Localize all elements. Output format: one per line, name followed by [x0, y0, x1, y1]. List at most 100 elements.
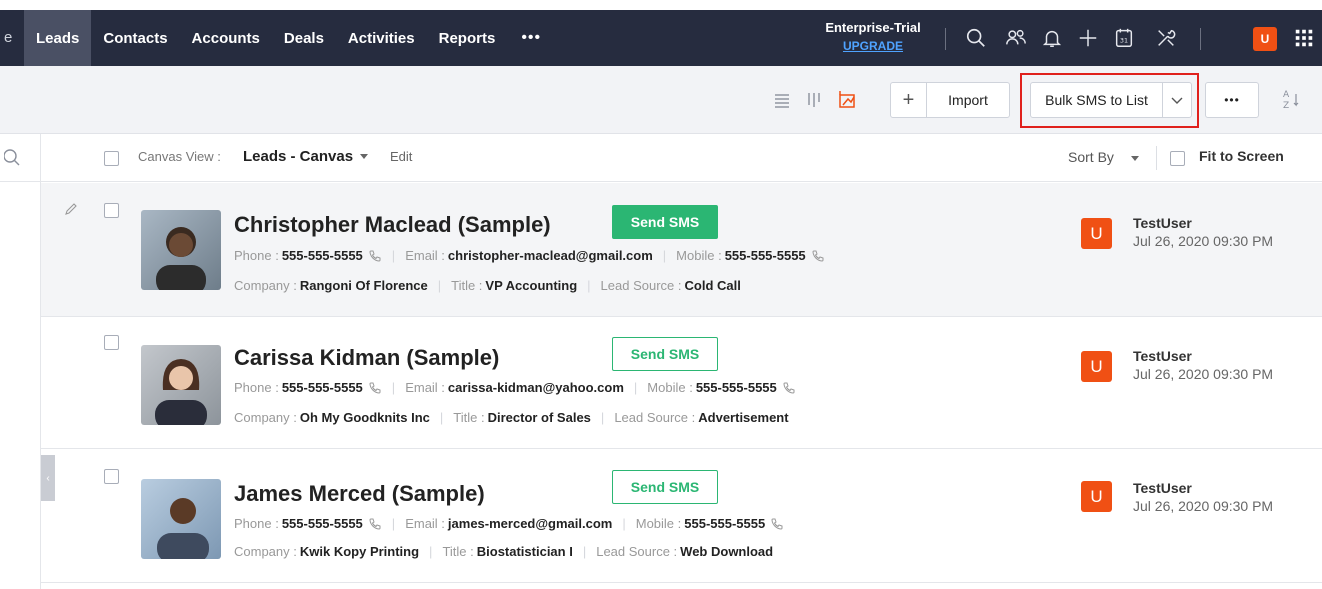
lead-source-label: Lead Source : — [596, 544, 678, 559]
sort-by-select[interactable]: Sort By — [1068, 149, 1114, 165]
tab-reports[interactable]: Reports — [427, 10, 508, 66]
canvas-header: Canvas View : Leads - Canvas Edit Sort B… — [0, 134, 1322, 182]
mobile-label: Mobile : — [676, 248, 722, 263]
more-actions-button[interactable]: ••• — [1205, 82, 1259, 118]
upgrade-link[interactable]: UPGRADE — [818, 37, 928, 55]
mobile-value: 555-555-5555 — [695, 380, 777, 395]
edit-view-link[interactable]: Edit — [390, 149, 412, 164]
top-nav: e Leads Contacts Accounts Deals Activiti… — [0, 10, 1322, 66]
canvas-view-icon[interactable] — [837, 90, 857, 110]
email-value[interactable]: christopher-maclead@gmail.com — [448, 248, 653, 263]
phone-icon[interactable] — [368, 517, 382, 531]
created-date: Jul 26, 2020 09:30 PM — [1133, 366, 1274, 382]
details-line: Company : Kwik Kopy Printing | Title : Bio… — [234, 544, 774, 559]
nav-overflow-stub[interactable]: e — [0, 10, 24, 66]
phone-label: Phone : — [234, 380, 279, 395]
svg-text:31: 31 — [1120, 37, 1128, 45]
details-line: Company : Oh My Goodknits Inc | Title : Di… — [234, 410, 789, 425]
lead-card[interactable]: James Merced (Sample) Send SMS Phone :55… — [41, 449, 1322, 583]
lead-source-value: Cold Call — [684, 278, 741, 293]
svg-text:A: A — [1283, 90, 1290, 100]
tab-activities[interactable]: Activities — [336, 10, 427, 66]
row-checkbox[interactable] — [104, 203, 119, 218]
add-lead-button[interactable]: + — [890, 82, 927, 118]
email-label: Email : — [405, 248, 445, 263]
nav-divider — [945, 28, 946, 50]
lead-source-label: Lead Source : — [614, 410, 696, 425]
select-all-checkbox[interactable] — [104, 151, 119, 166]
row-checkbox[interactable] — [104, 469, 119, 484]
caret-down-icon[interactable] — [360, 154, 368, 159]
tools-icon[interactable] — [1152, 24, 1180, 52]
bell-icon[interactable] — [1038, 24, 1066, 52]
list-view-icon[interactable] — [772, 90, 792, 110]
company-value: Kwik Kopy Printing — [299, 544, 420, 559]
tab-contacts[interactable]: Contacts — [91, 10, 179, 66]
search-icon[interactable] — [3, 148, 24, 168]
owner-avatar: U — [1081, 218, 1112, 249]
tab-deals[interactable]: Deals — [272, 10, 336, 66]
phone-icon[interactable] — [368, 249, 382, 263]
lead-photo — [141, 345, 221, 425]
canvas-view-select[interactable]: Leads - Canvas — [243, 148, 353, 165]
lead-photo — [141, 479, 221, 559]
owner-name: TestUser — [1133, 480, 1192, 496]
lead-name[interactable]: James Merced (Sample) — [234, 481, 485, 507]
plus-icon[interactable] — [1074, 24, 1102, 52]
kanban-view-icon[interactable] — [805, 90, 825, 110]
lead-name[interactable]: Carissa Kidman (Sample) — [234, 345, 499, 371]
company-value: Oh My Goodknits Inc — [299, 410, 430, 425]
owner-avatar: U — [1081, 351, 1112, 382]
apps-grid-icon[interactable] — [1290, 24, 1318, 52]
send-sms-button[interactable]: Send SMS — [612, 470, 718, 504]
created-date: Jul 26, 2020 09:30 PM — [1133, 233, 1274, 249]
lead-photo — [141, 210, 221, 290]
phone-icon[interactable] — [811, 249, 825, 263]
caret-down-icon[interactable] — [1131, 156, 1139, 161]
mobile-value: 555-555-5555 — [684, 516, 766, 531]
phone-label: Phone : — [234, 248, 279, 263]
send-sms-button[interactable]: Send SMS — [612, 337, 718, 371]
sort-az-icon[interactable]: AZ — [1281, 88, 1301, 111]
email-label: Email : — [405, 380, 445, 395]
phone-icon[interactable] — [770, 517, 784, 531]
email-label: Email : — [405, 516, 445, 531]
phone-icon[interactable] — [368, 381, 382, 395]
title-label: Title : — [453, 410, 485, 425]
fit-to-screen-label: Fit to Screen — [1199, 148, 1284, 164]
phone-value: 555-555-5555 — [281, 380, 363, 395]
bulk-sms-highlight — [1020, 73, 1199, 128]
search-icon[interactable] — [962, 24, 990, 52]
lead-card[interactable]: Christopher Maclead (Sample) Send SMS Ph… — [41, 183, 1322, 317]
phone-value: 555-555-5555 — [281, 516, 363, 531]
canvas-view-label: Canvas View : — [138, 149, 221, 164]
contacts-icon[interactable] — [1002, 24, 1030, 52]
company-label: Company : — [234, 410, 297, 425]
owner-avatar: U — [1081, 481, 1112, 512]
nav-more-button[interactable]: ••• — [507, 29, 555, 47]
collapse-panel-handle[interactable]: ‹ — [41, 455, 55, 501]
email-value[interactable]: james-merced@gmail.com — [448, 516, 612, 531]
title-label: Title : — [442, 544, 474, 559]
phone-icon[interactable] — [782, 381, 796, 395]
phone-label: Phone : — [234, 516, 279, 531]
trial-label: Enterprise-Trial — [825, 20, 921, 35]
title-label: Title : — [451, 278, 483, 293]
mobile-value: 555-555-5555 — [724, 248, 806, 263]
email-value[interactable]: carissa-kidman@yahoo.com — [448, 380, 624, 395]
contact-line: Phone :555-555-5555 | Email : carissa-kid… — [234, 380, 796, 395]
tab-accounts[interactable]: Accounts — [180, 10, 272, 66]
import-button[interactable]: Import — [926, 82, 1010, 118]
row-checkbox[interactable] — [104, 335, 119, 350]
contact-line: Phone :555-555-5555 | Email : christopher… — [234, 248, 825, 263]
fit-to-screen-checkbox[interactable] — [1170, 151, 1185, 166]
contact-line: Phone :555-555-5555 | Email : james-merce… — [234, 516, 784, 531]
tab-leads[interactable]: Leads — [24, 10, 92, 66]
lead-card[interactable]: Carissa Kidman (Sample) Send SMS Phone :… — [41, 317, 1322, 449]
svg-text:Z: Z — [1283, 101, 1289, 110]
lead-name[interactable]: Christopher Maclead (Sample) — [234, 212, 551, 238]
send-sms-button[interactable]: Send SMS — [612, 205, 718, 239]
calendar-icon[interactable]: 31 — [1110, 24, 1138, 52]
user-avatar[interactable]: U — [1253, 27, 1277, 51]
edit-pencil-icon[interactable] — [63, 201, 79, 217]
